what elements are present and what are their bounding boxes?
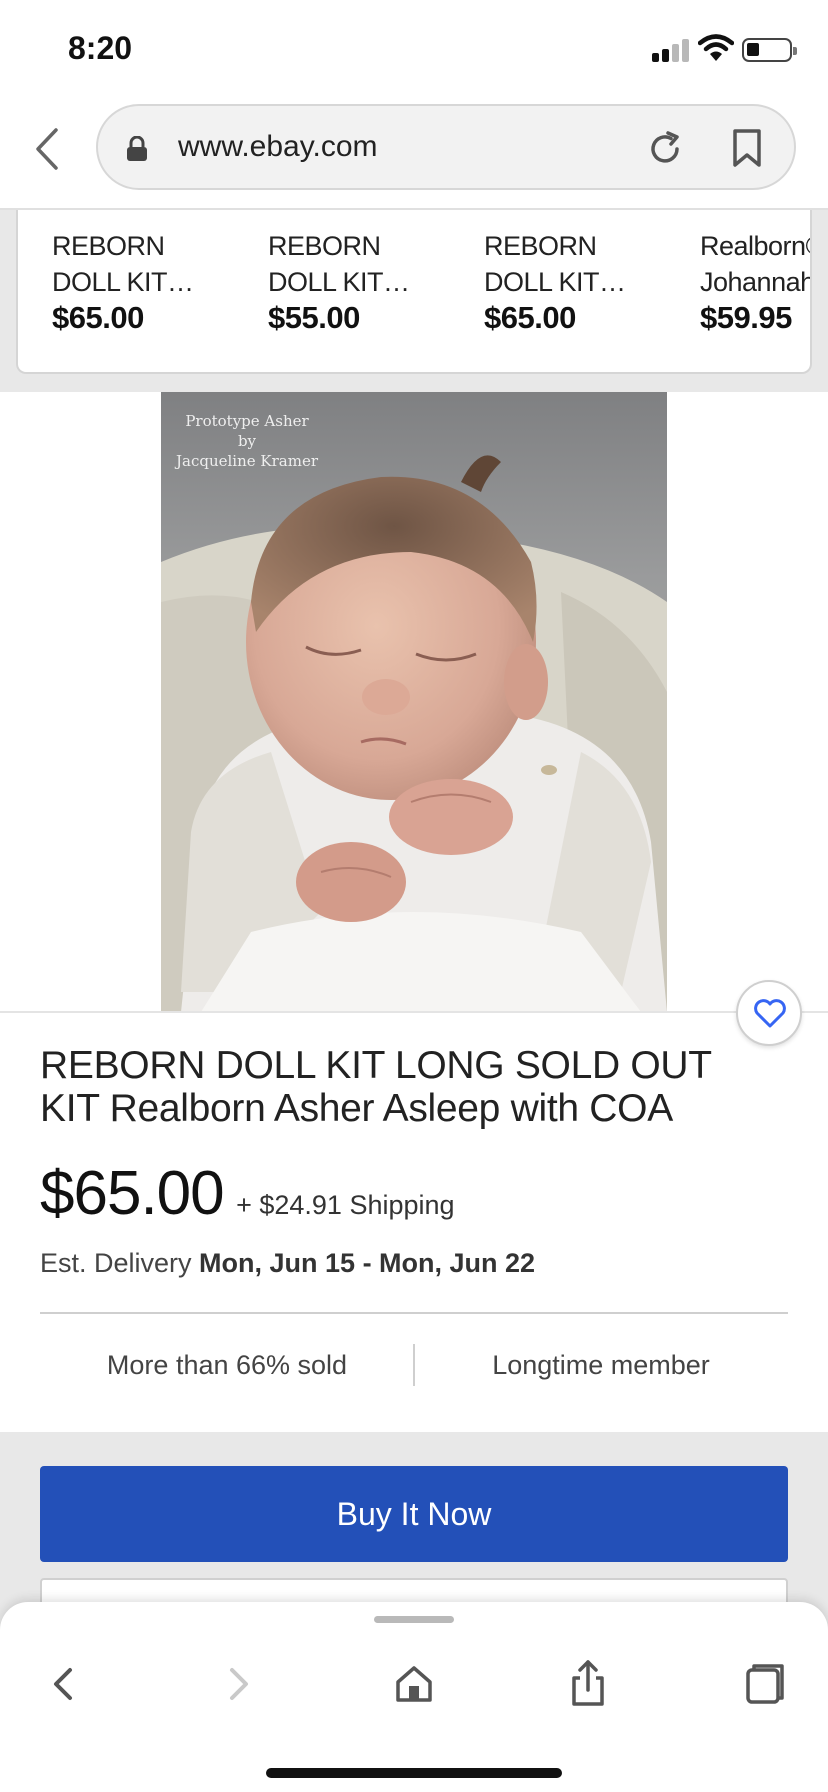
product-image[interactable]: Prototype Asher by Jacqueline Kramer [161,392,667,1012]
seller-signals: More than 66% sold Longtime member [40,1344,788,1388]
sleeping-baby-photo: Prototype Asher by Jacqueline Kramer [161,392,667,1012]
similar-items-carousel[interactable]: REBORN DOLL KIT… $65.00 REBORN DOLL KIT…… [16,210,812,374]
home-indicator[interactable] [266,1768,562,1778]
page: 8:20 www.ebay.com REBORN DOLL KIT… $65.0… [0,0,828,1792]
carousel-item[interactable]: REBORN DOLL KIT… $55.00 [268,228,448,336]
browser-toolbar [0,1602,828,1792]
toolbar-tabs-button[interactable] [734,1654,794,1714]
toolbar-back-button[interactable] [34,1654,94,1714]
status-bar: 8:20 [0,0,828,96]
wifi-icon [698,34,734,61]
longtime-member-signal: Longtime member [492,1350,710,1380]
carousel-item-price: $65.00 [484,300,576,335]
back-arrow-icon[interactable] [30,124,70,174]
carousel-item-title: DOLL KIT… [268,267,410,297]
tabs-icon [746,1664,784,1704]
lock-icon [127,136,147,161]
carousel-item-price: $59.95 [700,300,792,335]
bookmark-icon[interactable] [732,128,762,168]
cellular-signal-icon [652,38,692,62]
delivery-dates: Mon, Jun 15 - Mon, Jun 22 [199,1248,536,1278]
toolbar-grabber[interactable] [374,1616,454,1623]
watch-button[interactable] [736,980,802,1046]
forward-icon [230,1668,248,1700]
watermark-line-3: Jacqueline Kramer [174,452,319,470]
divider [40,1312,788,1314]
toolbar-home-button[interactable] [384,1654,444,1714]
carousel-item-title: DOLL KIT… [52,267,194,297]
carousel-item[interactable]: Realborn© Johannah $59.95 [700,228,812,336]
carousel-item-title: REBORN [268,231,381,261]
watermark-line-2: by [238,432,257,450]
carousel-item-price: $55.00 [268,300,360,335]
image-divider [0,1011,828,1013]
estimated-delivery: Est. Delivery Mon, Jun 15 - Mon, Jun 22 [40,1248,535,1279]
status-time: 8:20 [68,30,133,66]
share-icon [572,1660,604,1706]
shipping-cost: + $24.91 Shipping [236,1190,455,1220]
listing-price: $65.00 [40,1159,225,1228]
carousel-item-title: Johannah [700,267,812,297]
url-text[interactable]: www.ebay.com [178,130,378,164]
listing-title: REBORN DOLL KIT LONG SOLD OUT KIT Realbo… [40,1044,712,1130]
product-image-area: Prototype Asher by Jacqueline Kramer [0,392,828,1012]
price-row: $65.00 + $24.91 Shipping [40,1158,455,1228]
delivery-label: Est. Delivery [40,1248,200,1278]
heart-icon [754,999,786,1028]
address-bar[interactable]: www.ebay.com [96,104,796,190]
browser-nav-bar: www.ebay.com [0,96,828,210]
home-icon [396,1666,432,1702]
carousel-item-title: REBORN [484,231,597,261]
carousel-item-title: Realborn© [700,231,810,261]
reload-icon[interactable] [646,130,684,168]
battery-icon [742,38,797,62]
toolbar-forward-button[interactable] [208,1654,268,1714]
toolbar-share-button[interactable] [558,1654,618,1714]
carousel-item[interactable]: REBORN DOLL KIT… $65.00 [52,228,232,336]
similar-items-area: REBORN DOLL KIT… $65.00 REBORN DOLL KIT…… [0,210,828,392]
carousel-item-price: $65.00 [52,300,144,335]
carousel-item-title: DOLL KIT… [484,267,626,297]
back-icon [54,1668,72,1700]
watermark-line-1: Prototype Asher [185,412,309,430]
buy-it-now-button[interactable]: Buy It Now [40,1466,788,1562]
sold-percentage-signal: More than 66% sold [106,1350,348,1380]
carousel-item-title: REBORN [52,231,165,261]
carousel-item[interactable]: REBORN DOLL KIT… $65.00 [484,228,664,336]
